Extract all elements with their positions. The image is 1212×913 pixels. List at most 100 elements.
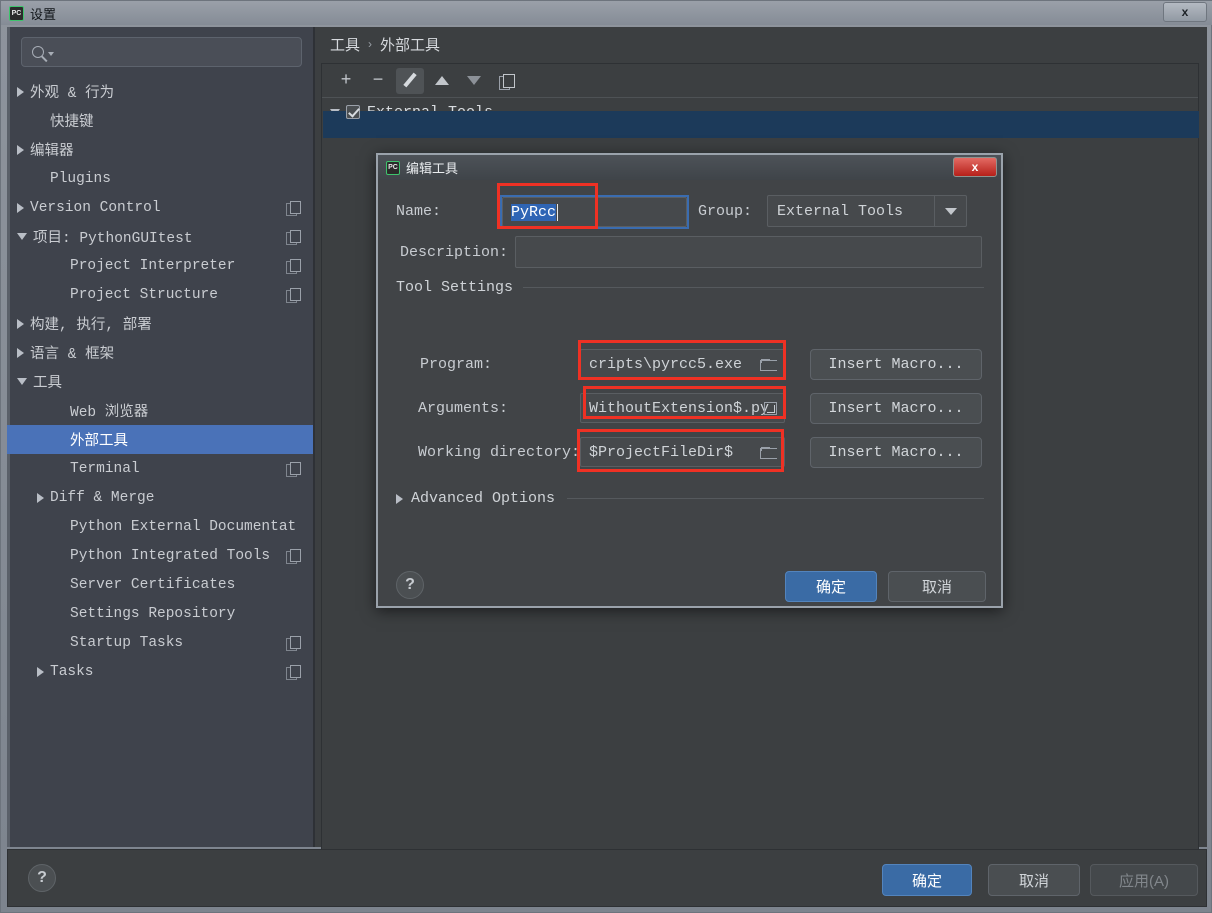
sidebar-item-11[interactable]: Web 浏览器 [7, 396, 313, 425]
working-directory-input[interactable]: $ProjectFileDir$ [580, 437, 785, 467]
copy-icon[interactable] [286, 230, 301, 245]
program-insert-macro-button[interactable]: Insert Macro... [810, 348, 982, 380]
sidebar-item-label: 工具 [33, 376, 62, 392]
working-directory-row: Working directory: $ProjectFileDir$ Inse… [378, 435, 1001, 469]
arguments-label: Arguments: [418, 399, 509, 417]
copy-icon[interactable] [286, 259, 301, 274]
chevron-right-icon[interactable] [17, 347, 24, 358]
sidebar-item-label: Project Interpreter [70, 257, 236, 274]
sidebar-item-0[interactable]: 外观 & 行为 [7, 77, 313, 106]
sidebar-item-10[interactable]: 工具 [7, 367, 313, 396]
dialog-ok-button[interactable]: 确定 [785, 571, 877, 602]
dialog-close-button[interactable]: x [953, 157, 997, 177]
sidebar-item-label: 外部工具 [70, 434, 128, 450]
folder-icon[interactable] [760, 359, 777, 371]
pycharm-logo-icon: PC [386, 160, 400, 175]
settings-category-tree: 外观 & 行为快捷键编辑器 Plugins Version Control 项目: P… [7, 77, 313, 686]
divider [567, 498, 984, 499]
search-input[interactable] [21, 37, 302, 67]
sidebar-item-8[interactable]: 构建, 执行, 部署 [7, 309, 313, 338]
copy-icon[interactable] [286, 549, 301, 564]
arguments-insert-macro-button[interactable]: Insert Macro... [810, 392, 982, 424]
name-label: Name: [396, 203, 442, 220]
copy-icon[interactable] [286, 636, 301, 651]
chevron-right-icon[interactable] [17, 318, 24, 329]
program-input[interactable]: cripts\pyrcc5.exe [580, 349, 785, 379]
sidebar-item-14[interactable]: Diff & Merge [7, 483, 313, 512]
sidebar-item-2[interactable]: 编辑器 [7, 135, 313, 164]
add-tool-button[interactable]: + [332, 68, 360, 94]
sidebar-item-label: Startup Tasks [70, 634, 184, 651]
working-directory-insert-macro-button[interactable]: Insert Macro... [810, 436, 982, 468]
sidebar-item-label: Project Structure [70, 286, 218, 303]
breadcrumb-separator: › [368, 37, 373, 51]
sidebar-item-13[interactable]: Terminal [7, 454, 313, 483]
chevron-right-icon[interactable] [37, 492, 44, 503]
dialog-body: Name: PyRcc Group: External Tools Descri… [378, 180, 1001, 606]
chevron-down-icon[interactable] [17, 233, 27, 240]
sidebar-item-label: Server Certificates [70, 576, 236, 593]
copy-icon[interactable] [286, 288, 301, 303]
chevron-right-icon[interactable] [37, 666, 44, 677]
name-input[interactable]: PyRcc [502, 197, 687, 227]
copy-icon[interactable] [286, 462, 301, 477]
dialog-help-button[interactable]: ? [396, 571, 424, 599]
tool-settings-label: Tool Settings [396, 279, 514, 296]
breadcrumb-parent[interactable]: 工具 [330, 34, 360, 55]
sidebar-item-9[interactable]: 语言 & 框架 [7, 338, 313, 367]
chevron-right-icon[interactable] [17, 144, 24, 155]
sidebar-item-19[interactable]: Startup Tasks [7, 628, 313, 657]
copy-tool-button[interactable] [492, 68, 520, 94]
chevron-right-icon[interactable] [17, 202, 24, 213]
copy-icon[interactable] [286, 665, 301, 680]
remove-tool-button[interactable]: − [364, 68, 392, 94]
advanced-options-label: Advanced Options [411, 490, 556, 507]
expand-icon[interactable] [764, 402, 777, 415]
folder-icon[interactable] [760, 447, 777, 459]
breadcrumb-current: 外部工具 [380, 36, 441, 54]
chevron-right-icon [396, 493, 403, 504]
sidebar-item-17[interactable]: Server Certificates [7, 570, 313, 599]
sidebar-item-7[interactable]: Project Structure [7, 280, 313, 309]
cancel-button[interactable]: 取消 [988, 864, 1080, 896]
sidebar-item-6[interactable]: Project Interpreter [7, 251, 313, 280]
group-select[interactable]: External Tools [767, 195, 967, 227]
edit-tool-button[interactable] [396, 67, 424, 94]
sidebar-item-3[interactable]: Plugins [7, 164, 313, 193]
sidebar-item-label: 快捷键 [50, 115, 94, 131]
chevron-right-icon[interactable] [17, 86, 24, 97]
sidebar-item-label: 项目: PythonGUItest [33, 231, 193, 247]
copy-icon [499, 73, 515, 90]
tool-list-selected-row[interactable] [323, 111, 1199, 138]
sidebar-item-12[interactable]: 外部工具 [7, 425, 313, 454]
sidebar-item-4[interactable]: Version Control [7, 193, 313, 222]
arguments-input[interactable]: WithoutExtension$.py [580, 393, 785, 423]
move-up-button[interactable] [428, 68, 456, 94]
ok-button[interactable]: 确定 [882, 864, 972, 896]
help-button[interactable]: ? [28, 864, 56, 892]
pencil-icon [403, 73, 418, 88]
arrow-down-icon [467, 76, 481, 85]
move-down-button[interactable] [460, 68, 488, 94]
arguments-input-value: WithoutExtension$.py [589, 399, 770, 417]
group-select-arrow[interactable] [934, 196, 966, 226]
description-label: Description: [400, 244, 509, 261]
description-input[interactable] [515, 236, 982, 268]
sidebar-item-1[interactable]: 快捷键 [7, 106, 313, 135]
sidebar-item-18[interactable]: Settings Repository [7, 599, 313, 628]
text-caret [557, 203, 559, 221]
dialog-cancel-button[interactable]: 取消 [888, 571, 986, 602]
window-close-button[interactable]: x [1163, 2, 1207, 22]
program-label: Program: [420, 355, 493, 373]
dialog-title: 编辑工具 [406, 161, 459, 176]
copy-icon[interactable] [286, 201, 301, 216]
sidebar-item-16[interactable]: Python Integrated Tools [7, 541, 313, 570]
group-checkbox[interactable] [346, 105, 360, 119]
sidebar-item-15[interactable]: Python External Documentat [7, 512, 313, 541]
chevron-down-icon[interactable] [17, 378, 27, 385]
advanced-options-toggle[interactable]: Advanced Options [396, 490, 984, 507]
pycharm-logo-icon: PC [9, 5, 24, 21]
sidebar-item-20[interactable]: Tasks [7, 657, 313, 686]
sidebar-item-label: Terminal [70, 460, 140, 477]
sidebar-item-5[interactable]: 项目: PythonGUItest [7, 222, 313, 251]
